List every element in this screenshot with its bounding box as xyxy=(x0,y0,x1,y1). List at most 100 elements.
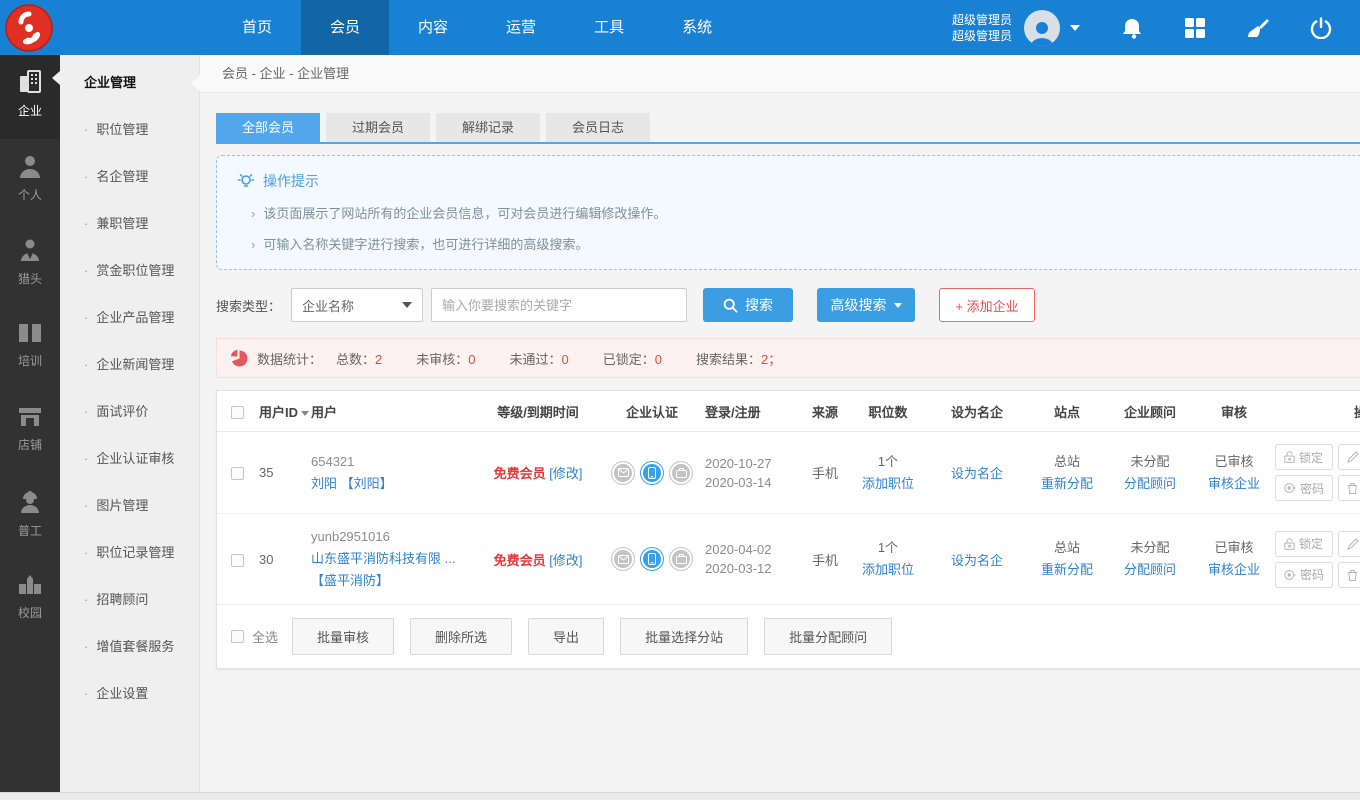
set-famous-link[interactable]: 设为名企 xyxy=(951,553,1003,568)
rail-item-campus[interactable]: 校园 xyxy=(0,559,60,643)
keyword-input[interactable] xyxy=(431,288,688,322)
delete-button[interactable]: 删除 xyxy=(1338,475,1360,501)
cell-account: 654321 xyxy=(311,453,355,469)
submenu-enterprise-settings[interactable]: 企业设置 xyxy=(60,670,199,717)
apps-grid-icon[interactable] xyxy=(1184,17,1206,39)
submenu-enterprise-mgmt[interactable]: 企业管理 xyxy=(60,59,200,106)
search-type-select[interactable]: 企业名称 xyxy=(291,288,424,322)
tab-all-members[interactable]: 全部会员 xyxy=(216,113,321,142)
header-user-id[interactable]: 用户ID xyxy=(257,402,311,421)
select-all-checkbox[interactable] xyxy=(230,405,244,419)
submenu-interview-review[interactable]: 面试评价 xyxy=(60,388,199,435)
cell-company-link[interactable]: 刘阳 【刘阳】 xyxy=(311,476,393,491)
header-advisor: 企业顾问 xyxy=(1123,404,1176,420)
row-checkbox[interactable] xyxy=(230,553,244,567)
header-level: 等级/到期时间 xyxy=(497,404,579,420)
audit-enterprise-link[interactable]: 审核企业 xyxy=(1208,562,1260,577)
rail-item-enterprise[interactable]: 企业 xyxy=(0,55,60,139)
batch-advisor-button[interactable]: 批量分配顾问 xyxy=(764,618,893,655)
tab-member-logs[interactable]: 会员日志 xyxy=(546,113,651,142)
edit-button[interactable]: 修改 xyxy=(1338,530,1360,557)
tip-line-2: 可输入名称关键字进行搜索，也可进行详细的高级搜索。 xyxy=(251,234,1360,253)
batch-audit-button[interactable]: 批量审核 xyxy=(292,618,395,655)
password-button[interactable]: 密码 xyxy=(1275,561,1334,588)
submenu-parttime-mgmt[interactable]: 兼职管理 xyxy=(60,200,199,247)
nav-system[interactable]: 系统 xyxy=(653,0,741,55)
delete-button[interactable]: 删除 xyxy=(1338,561,1360,588)
nav-home[interactable]: 首页 xyxy=(213,0,301,55)
submenu-bounty-job-mgmt[interactable]: 赏金职位管理 xyxy=(60,247,199,294)
password-button[interactable]: 密码 xyxy=(1275,475,1334,501)
export-button[interactable]: 导出 xyxy=(528,618,605,655)
reassign-site-link[interactable]: 重新分配 xyxy=(1041,562,1093,577)
app-logo-icon[interactable] xyxy=(5,3,53,52)
stat-name: 总数： xyxy=(336,351,376,367)
reassign-site-link[interactable]: 重新分配 xyxy=(1041,476,1093,491)
rail-item-training[interactable]: 培训 xyxy=(0,307,60,391)
advanced-search-button[interactable]: 高级搜索 xyxy=(817,288,916,322)
avatar[interactable] xyxy=(1024,9,1060,46)
nav-tools[interactable]: 工具 xyxy=(565,0,653,55)
set-famous-link[interactable]: 设为名企 xyxy=(951,466,1003,481)
rail-item-personal[interactable]: 个人 xyxy=(0,139,60,223)
phone-cert-icon[interactable] xyxy=(641,461,663,484)
license-cert-icon[interactable] xyxy=(670,548,692,570)
nav-operations[interactable]: 运营 xyxy=(477,0,565,55)
submenu-news-mgmt[interactable]: 企业新闻管理 xyxy=(60,341,199,388)
stat-name: 未通过： xyxy=(509,351,562,367)
user-role: 超级管理员 xyxy=(951,12,1012,27)
search-button[interactable]: 搜索 xyxy=(703,288,794,322)
audit-enterprise-link[interactable]: 审核企业 xyxy=(1208,476,1260,491)
clear-cache-broom-icon[interactable] xyxy=(1246,16,1270,40)
logout-power-icon[interactable] xyxy=(1310,16,1332,39)
modify-level-link[interactable]: [修改] xyxy=(549,466,582,481)
batch-site-button[interactable]: 批量选择分站 xyxy=(620,618,749,655)
add-enterprise-button[interactable]: + 添加企业 xyxy=(939,288,1036,322)
cell-audit-status: 已审核 xyxy=(1214,453,1254,469)
submenu-job-mgmt[interactable]: 职位管理 xyxy=(60,106,199,153)
cell-company-link[interactable]: 山东盛平消防科技有限 ... 【盛平消防】 xyxy=(311,551,455,588)
pencil-icon xyxy=(1347,537,1359,550)
batch-delete-button[interactable]: 删除所选 xyxy=(410,618,513,655)
lock-button[interactable]: 锁定 xyxy=(1275,530,1334,557)
cell-login-date: 2020-10-27 xyxy=(705,455,772,471)
op-label: 锁定 xyxy=(1299,537,1324,551)
license-cert-icon[interactable] xyxy=(670,461,692,484)
header-famous: 设为名企 xyxy=(950,404,1003,420)
stat-total: 总数：2 xyxy=(336,349,382,368)
stat-name: 未审核： xyxy=(416,351,469,367)
nav-members[interactable]: 会员 xyxy=(301,0,390,55)
assign-advisor-link[interactable]: 分配顾问 xyxy=(1124,562,1176,577)
assign-advisor-link[interactable]: 分配顾问 xyxy=(1124,476,1176,491)
notification-bell-icon[interactable] xyxy=(1120,16,1144,40)
submenu-value-added[interactable]: 增值套餐服务 xyxy=(60,623,199,670)
user-menu-caret-icon[interactable] xyxy=(1070,24,1080,31)
rail-item-worker[interactable]: 普工 xyxy=(0,475,60,559)
rail-item-shop[interactable]: 店铺 xyxy=(0,391,60,475)
submenu-recruit-advisor[interactable]: 招聘顾问 xyxy=(60,576,199,623)
password-icon xyxy=(1284,569,1296,580)
rail-item-headhunter[interactable]: 猎头 xyxy=(0,223,60,307)
submenu-product-mgmt[interactable]: 企业产品管理 xyxy=(60,294,199,341)
tab-expired-members[interactable]: 过期会员 xyxy=(326,113,431,142)
email-cert-icon[interactable] xyxy=(612,548,634,570)
tab-unbind-records[interactable]: 解绑记录 xyxy=(436,113,541,142)
row-checkbox[interactable] xyxy=(230,467,244,481)
submenu-famous-mgmt[interactable]: 名企管理 xyxy=(60,153,199,200)
add-job-link[interactable]: 添加职位 xyxy=(862,476,914,491)
email-cert-icon[interactable] xyxy=(612,461,634,484)
edit-button[interactable]: 修改 xyxy=(1338,444,1360,470)
modify-level-link[interactable]: [修改] xyxy=(549,553,582,568)
nav-content[interactable]: 内容 xyxy=(389,0,477,55)
submenu-image-mgmt[interactable]: 图片管理 xyxy=(60,482,199,529)
submenu-cert-audit[interactable]: 企业认证审核 xyxy=(60,435,199,482)
submenu-job-record-mgmt[interactable]: 职位记录管理 xyxy=(60,529,199,576)
phone-cert-icon[interactable] xyxy=(641,548,663,570)
stat-value: 0 xyxy=(561,351,569,367)
cell-account: yunb2951016 xyxy=(311,529,390,544)
lock-button[interactable]: 锁定 xyxy=(1275,444,1334,470)
main-nav: 首页 会员 内容 运营 工具 系统 xyxy=(213,0,741,55)
header-site: 站点 xyxy=(1053,404,1080,420)
add-job-link[interactable]: 添加职位 xyxy=(862,562,914,577)
select-all-footer-checkbox[interactable] xyxy=(231,630,244,643)
